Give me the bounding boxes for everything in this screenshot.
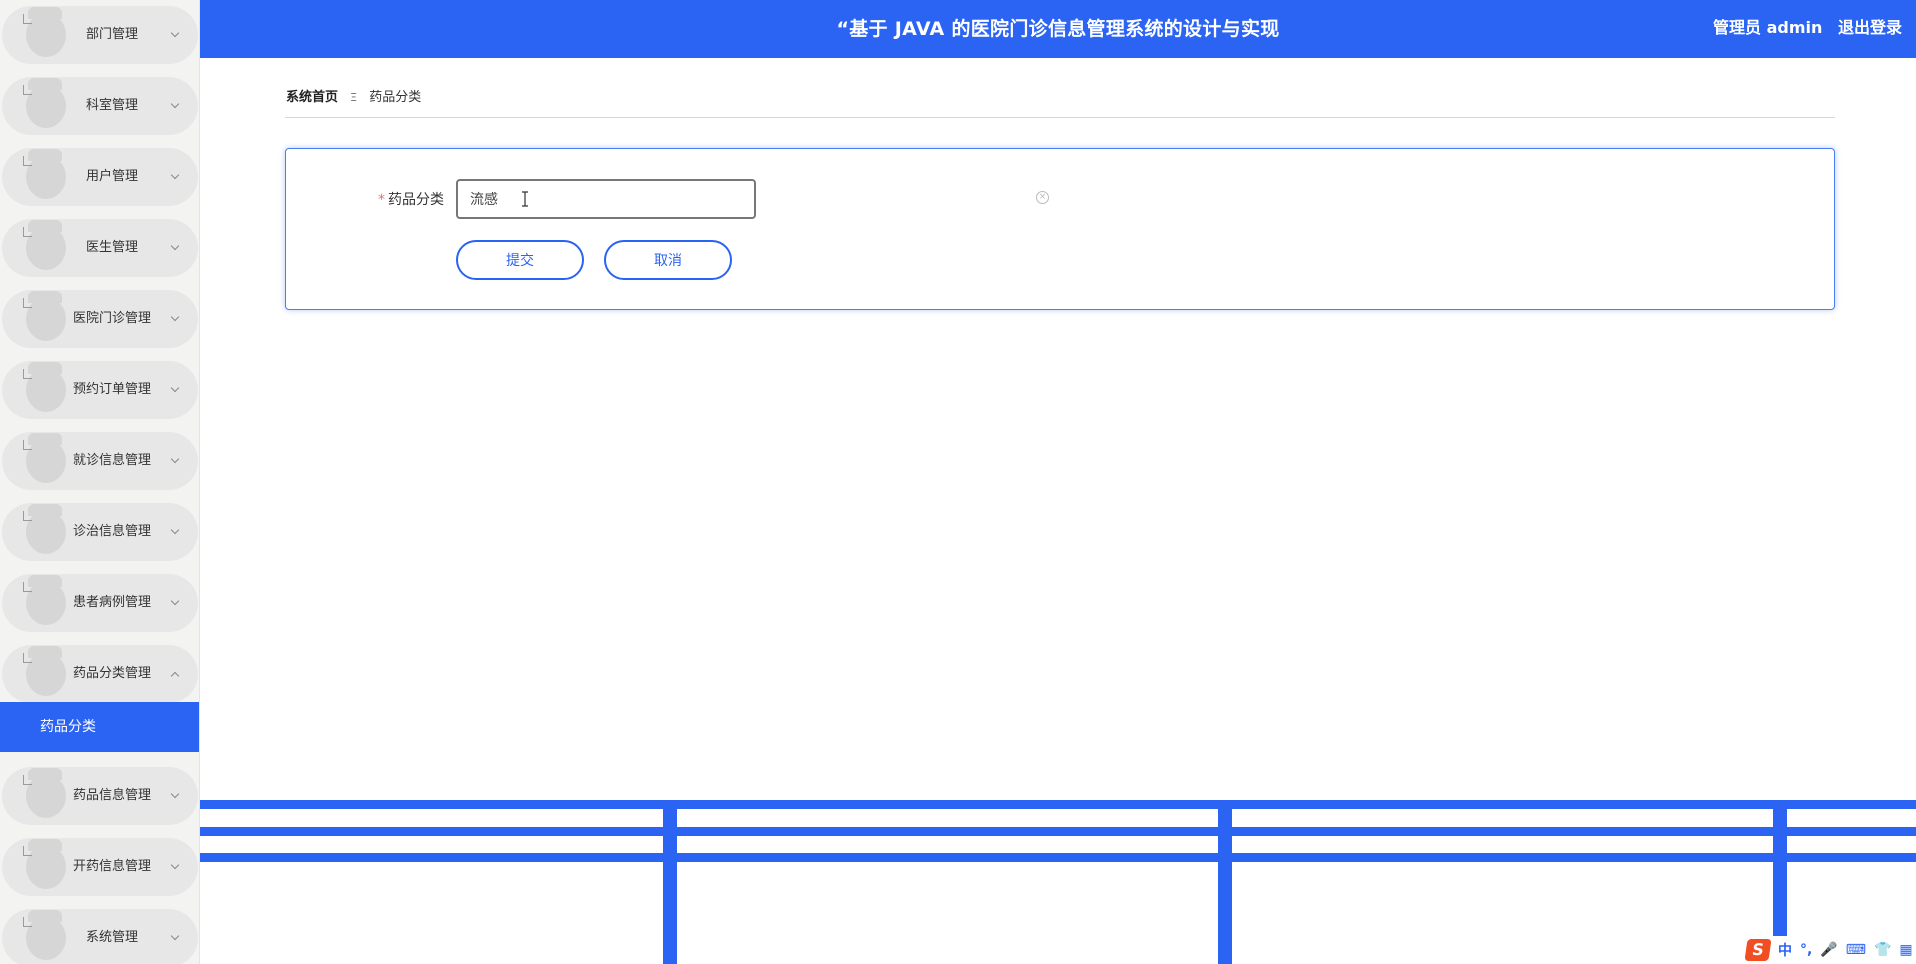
tree-corner-icon	[23, 846, 32, 856]
tree-corner-icon	[23, 85, 32, 95]
sidebar-item-label: 患者病例管理	[72, 595, 151, 610]
sidebar-item-label: 药品分类管理	[72, 666, 151, 681]
breadcrumb-home-link[interactable]: 系统首页	[286, 90, 338, 105]
railing-decoration	[200, 827, 1916, 836]
tree-corner-icon	[23, 653, 32, 663]
keyboard-icon[interactable]: ⌨	[1846, 942, 1866, 958]
sidebar-item-label: 诊治信息管理	[72, 524, 151, 539]
tree-corner-icon	[23, 511, 32, 521]
sidebar-item-visits[interactable]: 就诊信息管理	[2, 432, 198, 490]
sidebar-item-outpatient[interactable]: 医院门诊管理	[2, 290, 198, 348]
sidebar-item-label: 用户管理	[85, 169, 138, 184]
grid-menu-icon[interactable]: ▦	[1899, 942, 1912, 958]
sidebar-item-users[interactable]: 用户管理	[2, 148, 198, 206]
tree-corner-icon	[23, 14, 32, 24]
logout-link[interactable]: 退出登录	[1838, 18, 1902, 37]
current-user-label: 管理员 admin	[1713, 18, 1823, 37]
sidebar-item-label: 科室管理	[85, 98, 138, 113]
field-label: * 药品分类	[378, 189, 444, 209]
sidebar-item-doctors[interactable]: 医生管理	[2, 219, 198, 277]
sidebar-subitem-drug-category[interactable]: 药品分类	[0, 702, 199, 752]
railing-decoration	[200, 853, 1916, 862]
sidebar-item-drug-category[interactable]: 药品分类管理	[2, 645, 198, 703]
sidebar: 部门管理 科室管理 用户管理 医生管理 医院门诊管理 预约订单管理 就诊信息管理	[0, 0, 200, 964]
breadcrumb: 系统首页 Ξ 药品分类	[286, 86, 421, 105]
sidebar-item-system[interactable]: 系统管理	[2, 909, 198, 964]
sidebar-item-department[interactable]: 部门管理	[2, 6, 198, 64]
sidebar-item-diagnosis[interactable]: 诊治信息管理	[2, 503, 198, 561]
clear-icon[interactable]: ×	[1036, 191, 1049, 204]
sidebar-item-patient-records[interactable]: 患者病例管理	[2, 574, 198, 632]
app-title: “基于 JAVA 的医院门诊信息管理系统的设计与实现	[836, 18, 1280, 40]
sidebar-item-label: 部门管理	[85, 27, 138, 42]
tree-corner-icon	[23, 227, 32, 237]
sidebar-item-drug-info[interactable]: 药品信息管理	[2, 767, 198, 825]
user-area: 管理员 admin 退出登录	[1703, 0, 1902, 56]
tree-corner-icon	[23, 917, 32, 927]
sidebar-item-label: 医生管理	[85, 240, 138, 255]
tree-corner-icon	[23, 440, 32, 450]
sidebar-item-label: 预约订单管理	[72, 382, 151, 397]
microphone-icon[interactable]: 🎤	[1820, 942, 1837, 958]
railing-post-decoration	[1218, 800, 1232, 964]
railing-post-decoration	[663, 800, 677, 964]
sidebar-item-label: 系统管理	[85, 930, 138, 945]
tree-corner-icon	[23, 298, 32, 308]
drug-category-input[interactable]	[456, 179, 756, 219]
breadcrumb-divider	[285, 117, 1835, 118]
ime-toolbar: S 中 °, 🎤 ⌨ 👕 ▦	[1740, 936, 1916, 964]
sidebar-item-label: 药品信息管理	[72, 788, 151, 803]
breadcrumb-separator-icon: Ξ	[350, 91, 358, 104]
tree-corner-icon	[23, 775, 32, 785]
sidebar-item-label: 就诊信息管理	[72, 453, 151, 468]
sidebar-item-section[interactable]: 科室管理	[2, 77, 198, 135]
skin-icon[interactable]: 👕	[1874, 942, 1891, 958]
sogou-logo-icon[interactable]: S	[1744, 939, 1772, 961]
submit-button[interactable]: 提交	[456, 240, 584, 280]
ime-chinese-mode-icon[interactable]: 中	[1778, 940, 1792, 960]
breadcrumb-current: 药品分类	[369, 90, 422, 105]
sidebar-item-label: 医院门诊管理	[72, 311, 151, 326]
tree-corner-icon	[23, 369, 32, 379]
ime-punctuation-icon[interactable]: °,	[1800, 942, 1812, 958]
cancel-button[interactable]: 取消	[604, 240, 732, 280]
railing-decoration	[200, 800, 1916, 809]
top-header: “基于 JAVA 的医院门诊信息管理系统的设计与实现 管理员 admin 退出登…	[200, 0, 1916, 58]
required-mark: *	[378, 192, 385, 208]
sidebar-item-appointments[interactable]: 预约订单管理	[2, 361, 198, 419]
tree-corner-icon	[23, 582, 32, 592]
field-label-text: 药品分类	[388, 192, 444, 208]
drug-category-form: *药品分类 × 提交 取消	[285, 148, 1835, 310]
tree-corner-icon	[23, 156, 32, 166]
sidebar-item-label: 开药信息管理	[72, 859, 151, 874]
sidebar-item-prescriptions[interactable]: 开药信息管理	[2, 838, 198, 896]
